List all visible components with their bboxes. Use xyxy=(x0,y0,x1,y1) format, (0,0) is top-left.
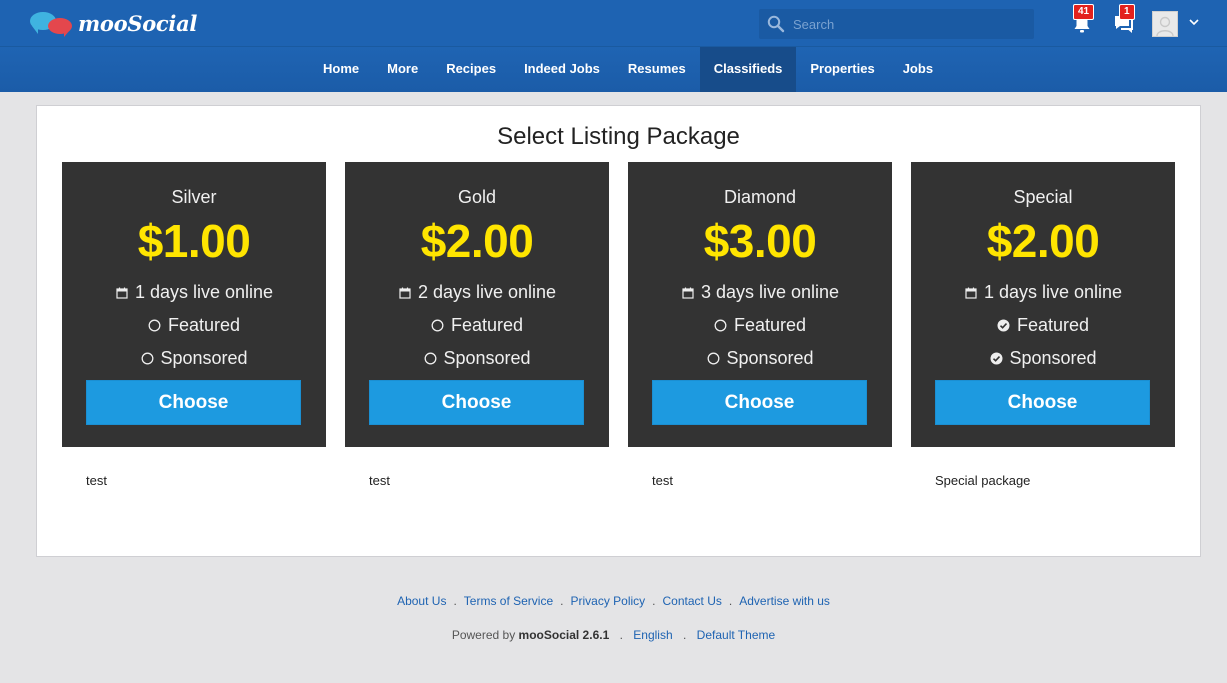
brand-version: mooSocial 2.6.1 xyxy=(518,628,610,642)
theme-link[interactable]: Default Theme xyxy=(697,628,776,642)
footer-separator: . xyxy=(560,594,564,608)
choose-button-special[interactable]: Choose xyxy=(935,380,1150,425)
language-link[interactable]: English xyxy=(633,628,672,642)
calendar-icon xyxy=(681,286,695,300)
package-name: Diamond xyxy=(723,187,797,207)
package-description: Special package xyxy=(935,473,1031,488)
account-menu-toggle[interactable] xyxy=(1186,14,1202,30)
package-featured: Featured xyxy=(62,315,326,336)
package-sponsored: Sponsored xyxy=(345,348,609,369)
user-icon xyxy=(1156,16,1174,36)
nav-items: Home More Recipes Indeed Jobs Resumes Classif… xyxy=(309,47,947,92)
choose-button-silver[interactable]: Choose xyxy=(86,380,301,425)
logo-text: mooSocial xyxy=(78,10,198,36)
package-description: test xyxy=(369,473,390,488)
footer-separator: . xyxy=(453,594,457,608)
circle-icon xyxy=(140,352,154,366)
footer-link-about-us[interactable]: About Us xyxy=(397,594,446,608)
site-logo[interactable]: mooSocial xyxy=(28,8,197,38)
footer-bottom: Powered by mooSocial 2.6.1 . English . D… xyxy=(0,628,1227,642)
page-title: Select Listing Package xyxy=(497,123,740,150)
package-sponsored: Sponsored xyxy=(628,348,892,369)
package-sponsored: Sponsored xyxy=(62,348,326,369)
duration-label: 1 days live online xyxy=(134,282,274,302)
featured-label: Featured xyxy=(167,315,241,335)
featured-label: Featured xyxy=(1016,315,1090,335)
circle-icon xyxy=(706,352,720,366)
package-name: Special xyxy=(1013,187,1073,207)
search-input[interactable] xyxy=(793,16,1023,32)
package-featured: Featured xyxy=(628,315,892,336)
notifications-badge: 41 xyxy=(1073,4,1095,20)
listing-package-panel: Select Listing Package Silver $1.00 1 days… xyxy=(36,105,1201,557)
circle-icon xyxy=(423,352,437,366)
featured-label: Featured xyxy=(733,315,807,335)
duration-label: 1 days live online xyxy=(983,282,1123,302)
circle-icon xyxy=(714,319,728,333)
powered-by-label: Powered by xyxy=(451,628,516,642)
search-icon[interactable] xyxy=(759,9,793,39)
nav-item-home[interactable]: Home xyxy=(309,47,373,92)
package-card-gold: Gold $2.00 2 days live online Featured Spons… xyxy=(345,162,609,447)
sponsored-label: Sponsored xyxy=(1009,348,1097,368)
package-duration: 1 days live online xyxy=(911,282,1175,303)
package-sponsored: Sponsored xyxy=(911,348,1175,369)
footer-link-privacy-policy[interactable]: Privacy Policy xyxy=(570,594,645,608)
package-duration: 1 days live online xyxy=(62,282,326,303)
sponsored-label: Sponsored xyxy=(443,348,531,368)
nav-item-recipes[interactable]: Recipes xyxy=(432,47,510,92)
nav-item-properties[interactable]: Properties xyxy=(796,47,888,92)
package-featured: Featured xyxy=(911,315,1175,336)
chevron-down-icon xyxy=(1189,18,1199,25)
package-price: $1.00 xyxy=(137,215,251,267)
footer-separator: . xyxy=(728,594,733,608)
circle-icon xyxy=(431,319,445,333)
logo-bubbles-icon xyxy=(28,8,76,38)
nav-item-more[interactable]: More xyxy=(373,47,432,92)
package-duration: 3 days live online xyxy=(628,282,892,303)
check-circle-icon xyxy=(989,352,1003,366)
package-price: $2.00 xyxy=(986,215,1100,267)
user-avatar[interactable] xyxy=(1152,11,1178,37)
footer-separator: . xyxy=(682,628,687,642)
footer-link-contact-us[interactable]: Contact Us xyxy=(663,594,722,608)
calendar-icon xyxy=(964,286,978,300)
package-name: Silver xyxy=(171,187,217,207)
calendar-icon xyxy=(398,286,412,300)
sponsored-label: Sponsored xyxy=(726,348,814,368)
circle-icon xyxy=(148,319,162,333)
sponsored-label: Sponsored xyxy=(160,348,248,368)
package-price: $2.00 xyxy=(420,215,534,267)
footer-separator: . xyxy=(652,594,656,608)
footer-link-terms-of-service[interactable]: Terms of Service xyxy=(464,594,553,608)
package-price: $3.00 xyxy=(703,215,817,267)
choose-button-gold[interactable]: Choose xyxy=(369,380,584,425)
package-card-silver: Silver $1.00 1 days live online Featured Spo… xyxy=(62,162,326,447)
package-card-special: Special $2.00 1 days live online Featured Sp… xyxy=(911,162,1175,447)
package-featured: Featured xyxy=(345,315,609,336)
package-card-diamond: Diamond $3.00 3 days live online Featured Sp… xyxy=(628,162,892,447)
footer-link-advertise-with-us[interactable]: Advertise with us xyxy=(739,594,830,608)
package-duration: 2 days live online xyxy=(345,282,609,303)
top-header: mooSocial 41 1 xyxy=(0,0,1227,46)
search-box[interactable] xyxy=(759,9,1034,39)
footer-separator: . xyxy=(619,628,623,642)
main-nav: Home More Recipes Indeed Jobs Resumes Classif… xyxy=(0,46,1227,92)
duration-label: 3 days live online xyxy=(700,282,840,302)
nav-item-classifieds[interactable]: Classifieds xyxy=(699,47,797,92)
footer-links: About Us. Terms of Service. Privacy Policy… xyxy=(0,594,1227,608)
nav-item-jobs[interactable]: Jobs xyxy=(889,47,947,92)
calendar-icon xyxy=(115,286,129,300)
nav-item-indeed-jobs[interactable]: Indeed Jobs xyxy=(510,47,614,92)
package-description: test xyxy=(86,473,107,488)
package-description: test xyxy=(652,473,673,488)
package-name: Gold xyxy=(457,187,497,207)
featured-label: Featured xyxy=(450,315,524,335)
nav-item-resumes[interactable]: Resumes xyxy=(614,47,700,92)
messages-badge: 1 xyxy=(1119,4,1135,20)
choose-button-diamond[interactable]: Choose xyxy=(652,380,867,425)
check-circle-icon xyxy=(997,319,1011,333)
duration-label: 2 days live online xyxy=(417,282,557,302)
